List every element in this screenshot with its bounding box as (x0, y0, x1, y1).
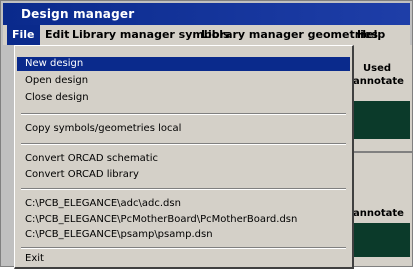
menu-item-convert-orcad-schematic[interactable]: Convert ORCAD schematic (17, 152, 350, 166)
window-title: Design manager (3, 3, 410, 25)
app-window: Design manager File Edit Library manager… (0, 0, 413, 269)
background-label-annotate-top: annotate (353, 76, 404, 87)
background-panel-bottom (353, 223, 410, 257)
menu-item-convert-orcad-library[interactable]: Convert ORCAD library (17, 168, 350, 182)
background-divider (351, 151, 412, 153)
menu-item-copy-symbols-geometries[interactable]: Copy symbols/geometries local (17, 122, 350, 136)
menu-item-close-design[interactable]: Close design (17, 91, 350, 105)
menu-item-exit[interactable]: Exit (17, 252, 350, 266)
menu-item-open-design[interactable]: Open design (17, 74, 350, 88)
menu-bar: File Edit Library manager symbols Librar… (3, 25, 410, 45)
background-label-used: Used (363, 63, 392, 74)
menu-separator (21, 188, 346, 190)
file-menu-dropdown: New design Open design Close design Copy… (14, 45, 354, 269)
background-label-annotate-bottom: annotate (353, 208, 404, 219)
menu-item-recent-file-3[interactable]: C:\PCB_ELEGANCE\psamp\psamp.dsn (17, 228, 350, 242)
menu-help[interactable]: Help (352, 25, 390, 45)
menu-separator (21, 113, 346, 115)
background-panel-top (353, 101, 410, 139)
menu-separator (21, 247, 346, 249)
menu-item-new-design[interactable]: New design (17, 57, 350, 71)
menu-item-recent-file-2[interactable]: C:\PCB_ELEGANCE\PcMotherBoard\PcMotherBo… (17, 213, 350, 227)
menu-separator (21, 143, 346, 145)
menu-item-recent-file-1[interactable]: C:\PCB_ELEGANCE\adc\adc.dsn (17, 197, 350, 211)
menu-file[interactable]: File (7, 25, 40, 45)
